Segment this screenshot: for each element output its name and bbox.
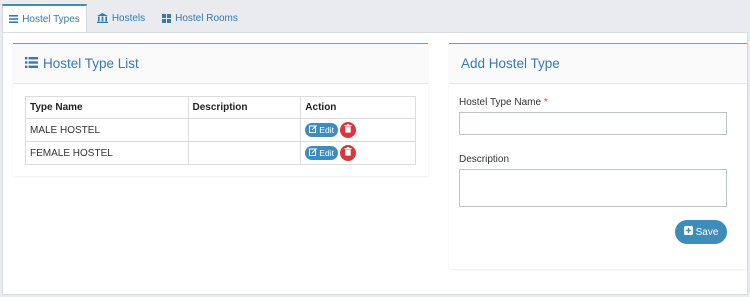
- edit-button[interactable]: Edit: [305, 146, 338, 160]
- edit-icon: [309, 148, 318, 158]
- delete-button[interactable]: [339, 145, 356, 161]
- tab-bar: Hostel Types Hostels Hostel Rooms: [0, 0, 750, 32]
- save-label: Save: [695, 226, 719, 238]
- list-icon: [9, 15, 19, 23]
- type-name-cell: FEMALE HOSTEL: [25, 141, 189, 165]
- description-textarea[interactable]: [459, 169, 727, 207]
- edit-label: Edit: [319, 125, 334, 135]
- description-label: Description: [459, 154, 510, 165]
- tab-label: Hostel Rooms: [175, 12, 238, 24]
- save-button[interactable]: Save: [675, 220, 727, 244]
- edit-label: Edit: [319, 148, 334, 158]
- grid-icon: [162, 13, 172, 23]
- column-header-type-name: Type Name: [25, 96, 189, 119]
- action-cell: Edit: [300, 118, 416, 142]
- type-name-cell: MALE HOSTEL: [25, 118, 189, 142]
- tab-hostels[interactable]: Hostels: [89, 4, 153, 32]
- tab-content: Hostel Type List Type Name Description A…: [2, 32, 748, 295]
- panel-header: Add Hostel Type: [449, 44, 747, 84]
- edit-icon: [309, 125, 318, 135]
- column-header-description: Description: [187, 96, 302, 119]
- field-label-text: Hostel Type Name: [459, 97, 542, 108]
- table-row: MALE HOSTEL Edit: [25, 118, 416, 142]
- tab-label: Hostel Types: [22, 13, 80, 25]
- table-row: FEMALE HOSTEL Edit: [25, 141, 416, 165]
- trash-icon: [344, 147, 352, 159]
- hostel-type-name-input[interactable]: [459, 112, 727, 135]
- list-icon: [25, 56, 38, 71]
- panel-title: Hostel Type List: [25, 56, 139, 71]
- description-cell: [187, 141, 302, 165]
- table-header-row: Type Name Description Action: [25, 96, 416, 119]
- edit-button[interactable]: Edit: [305, 123, 338, 137]
- panel-title-text: Hostel Type List: [43, 56, 139, 71]
- delete-button[interactable]: [339, 122, 356, 138]
- tab-hostel-rooms[interactable]: Hostel Rooms: [156, 4, 244, 32]
- tab-hostel-types[interactable]: Hostel Types: [2, 4, 87, 32]
- hostel-type-table: Type Name Description Action MALE HOSTEL…: [25, 96, 416, 165]
- required-marker: *: [543, 97, 548, 108]
- hostel-type-list-panel: Hostel Type List Type Name Description A…: [13, 43, 428, 176]
- tab-label: Hostels: [111, 12, 146, 24]
- description-cell: [187, 118, 302, 142]
- action-cell: Edit: [300, 141, 416, 165]
- add-hostel-type-panel: Add Hostel Type Hostel Type Name * Descr…: [449, 43, 747, 269]
- panel-header: Hostel Type List: [13, 44, 428, 84]
- plus-square-icon: [683, 226, 693, 238]
- hostel-type-name-label: Hostel Type Name *: [459, 97, 548, 108]
- building-icon: [96, 13, 108, 23]
- panel-title: Add Hostel Type: [461, 56, 560, 71]
- column-header-action: Action: [300, 96, 416, 119]
- trash-icon: [344, 124, 352, 136]
